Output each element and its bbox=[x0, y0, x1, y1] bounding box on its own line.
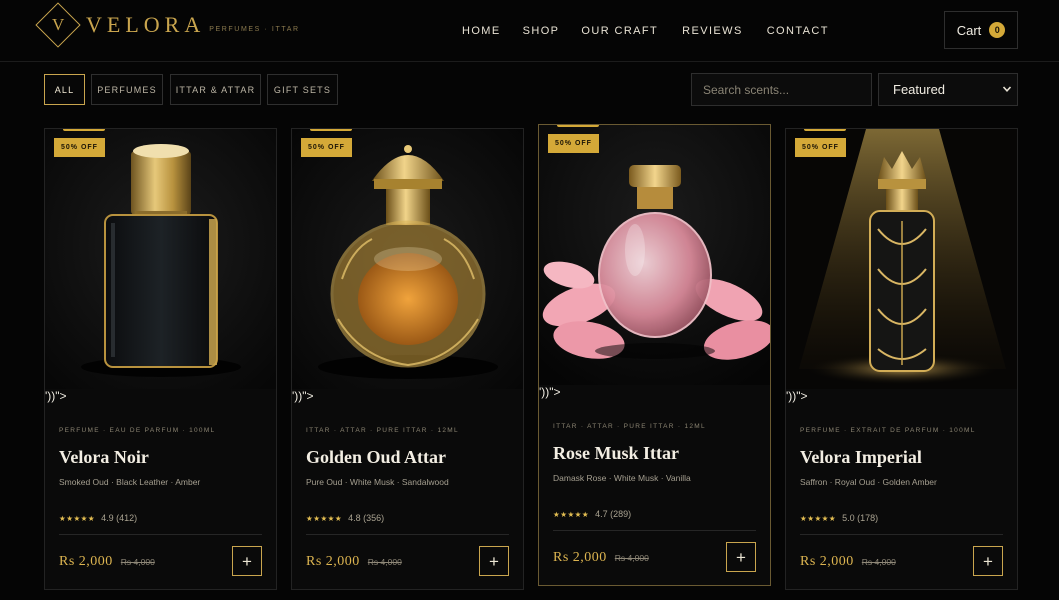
add-to-cart-button[interactable]: + bbox=[973, 546, 1003, 576]
product-name[interactable]: Golden Oud Attar bbox=[306, 447, 446, 468]
badge-tab bbox=[804, 129, 846, 131]
card-divider bbox=[59, 534, 262, 535]
rating-value: 4.7 (289) bbox=[595, 509, 632, 519]
product-image[interactable] bbox=[786, 129, 1017, 389]
nav-reviews[interactable]: REVIEWS bbox=[682, 25, 743, 37]
product-meta: PERFUME · EAU DE PARFUM · 100ML bbox=[59, 427, 216, 434]
star-rating-icon: ★★★★★ bbox=[553, 509, 590, 519]
stray-markup-text: '))"> bbox=[539, 385, 561, 399]
logo-mark-letter: V bbox=[51, 15, 65, 34]
discount-badge: 50% OFF bbox=[548, 134, 599, 153]
nav-home[interactable]: HOME bbox=[462, 25, 501, 37]
product-rating: ★★★★★ 5.0 (178) bbox=[800, 513, 878, 523]
filter-gift-sets[interactable]: GIFT SETS bbox=[267, 74, 338, 105]
stray-markup-text: '))"> bbox=[45, 389, 67, 403]
main-nav: HOME SHOP OUR CRAFT REVIEWS CONTACT bbox=[462, 25, 829, 37]
nav-our-craft[interactable]: OUR CRAFT bbox=[581, 25, 658, 37]
product-notes: Pure Oud · White Musk · Sandalwood bbox=[306, 477, 449, 487]
brand-logo[interactable]: V VELORA PERFUMES · ITTAR bbox=[35, 2, 300, 48]
product-meta: ITTAR · ATTAR · PURE ITTAR · 12ML bbox=[553, 423, 706, 430]
nav-contact[interactable]: CONTACT bbox=[767, 25, 829, 37]
original-price: Rs 4,000 bbox=[614, 553, 649, 563]
product-card[interactable]: 50% OFF '))"> PERFUME · EXTRAIT DE PARFU… bbox=[785, 128, 1018, 590]
product-card[interactable]: 50% OFF '))"> PERFUME · EAU DE PARFUM · … bbox=[44, 128, 277, 590]
add-to-cart-button[interactable]: + bbox=[232, 546, 262, 576]
current-price: Rs 2,000 bbox=[800, 554, 854, 569]
crowned-filigree-bottle-under-spotlight-icon bbox=[786, 129, 1017, 389]
rating-value: 4.8 (356) bbox=[348, 513, 385, 523]
sort-select[interactable]: Featured bbox=[878, 73, 1018, 106]
current-price: Rs 2,000 bbox=[553, 550, 607, 565]
cart-label: Cart bbox=[956, 22, 982, 38]
star-rating-icon: ★★★★★ bbox=[59, 513, 96, 523]
ornate-gold-attar-bottle-icon bbox=[292, 129, 523, 389]
search-input[interactable] bbox=[691, 73, 872, 106]
nav-shop[interactable]: SHOP bbox=[523, 25, 560, 37]
logo-diamond-icon: V bbox=[35, 2, 81, 48]
product-image[interactable] bbox=[45, 129, 276, 389]
current-price: Rs 2,000 bbox=[59, 554, 113, 569]
product-meta: ITTAR · ATTAR · PURE ITTAR · 12ML bbox=[306, 427, 459, 434]
product-image[interactable] bbox=[539, 125, 770, 385]
product-price: Rs 2,000 Rs 4,000 bbox=[59, 554, 155, 570]
product-notes: Damask Rose · White Musk · Vanilla bbox=[553, 473, 691, 483]
product-price: Rs 2,000 Rs 4,000 bbox=[800, 554, 896, 570]
product-card[interactable]: 50% OFF '))"> ITTAR · ATTAR · PURE ITTAR… bbox=[538, 124, 771, 586]
product-name[interactable]: Rose Musk Ittar bbox=[553, 443, 679, 464]
original-price: Rs 4,000 bbox=[367, 557, 402, 567]
stray-markup-text: '))"> bbox=[786, 389, 808, 403]
badge-tab bbox=[63, 129, 105, 131]
product-image[interactable] bbox=[292, 129, 523, 389]
original-price: Rs 4,000 bbox=[120, 557, 155, 567]
stray-markup-text: '))"> bbox=[292, 389, 314, 403]
discount-badge: 50% OFF bbox=[301, 138, 352, 157]
original-price: Rs 4,000 bbox=[861, 557, 896, 567]
filter-ittar-attar[interactable]: ITTAR & ATTAR bbox=[170, 74, 261, 105]
filter-all[interactable]: ALL bbox=[44, 74, 85, 105]
product-rating: ★★★★★ 4.9 (412) bbox=[59, 513, 137, 523]
product-notes: Saffron · Royal Oud · Golden Amber bbox=[800, 477, 937, 487]
rating-value: 5.0 (178) bbox=[842, 513, 879, 523]
discount-badge: 50% OFF bbox=[54, 138, 105, 157]
card-divider bbox=[306, 534, 509, 535]
filter-perfumes[interactable]: PERFUMES bbox=[91, 74, 163, 105]
card-divider bbox=[800, 534, 1003, 535]
badge-tab bbox=[310, 129, 352, 131]
product-price: Rs 2,000 Rs 4,000 bbox=[553, 550, 649, 566]
product-name[interactable]: Velora Noir bbox=[59, 447, 149, 468]
cart-count-badge: 0 bbox=[989, 22, 1006, 38]
badge-tab bbox=[557, 125, 599, 127]
product-card[interactable]: 50% OFF '))"> ITTAR · ATTAR · PURE ITTAR… bbox=[291, 128, 524, 590]
add-to-cart-button[interactable]: + bbox=[479, 546, 509, 576]
black-glass-perfume-bottle-icon bbox=[45, 129, 276, 389]
cart-button[interactable]: Cart 0 bbox=[944, 11, 1018, 49]
discount-badge: 50% OFF bbox=[795, 138, 846, 157]
product-rating: ★★★★★ 4.8 (356) bbox=[306, 513, 384, 523]
product-notes: Smoked Oud · Black Leather · Amber bbox=[59, 477, 201, 487]
pink-glass-bottle-with-rose-petals-icon bbox=[539, 125, 770, 385]
sort-selected-value: Featured bbox=[893, 82, 946, 97]
chevron-down-icon bbox=[1002, 86, 1012, 92]
add-to-cart-button[interactable]: + bbox=[726, 542, 756, 572]
brand-tagline: PERFUMES · ITTAR bbox=[209, 25, 300, 33]
product-name[interactable]: Velora Imperial bbox=[800, 447, 922, 468]
card-divider bbox=[553, 530, 756, 531]
site-header: V VELORA PERFUMES · ITTAR HOME SHOP OUR … bbox=[0, 0, 1059, 62]
star-rating-icon: ★★★★★ bbox=[306, 513, 343, 523]
product-meta: PERFUME · EXTRAIT DE PARFUM · 100ML bbox=[800, 427, 976, 434]
rating-value: 4.9 (412) bbox=[101, 513, 138, 523]
current-price: Rs 2,000 bbox=[306, 554, 360, 569]
product-price: Rs 2,000 Rs 4,000 bbox=[306, 554, 402, 570]
brand-name: VELORA bbox=[86, 12, 206, 37]
product-rating: ★★★★★ 4.7 (289) bbox=[553, 509, 631, 519]
star-rating-icon: ★★★★★ bbox=[800, 513, 837, 523]
